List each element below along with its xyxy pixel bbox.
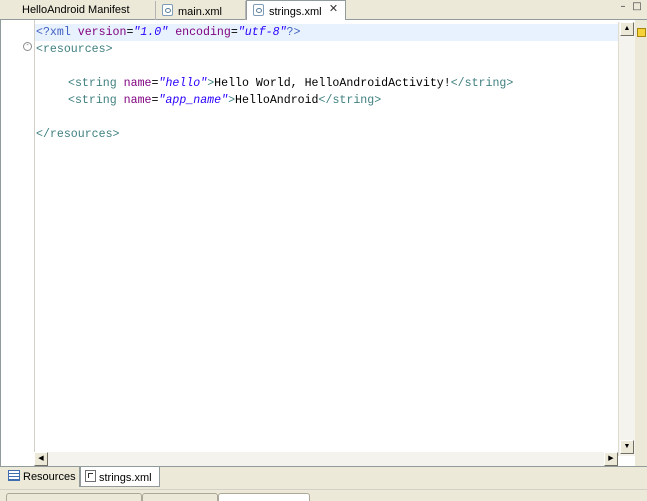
status-segment (142, 493, 218, 501)
string-value-hello: Hello World, HelloAndroidActivity! (214, 77, 451, 90)
attr-value-hello: "hello" (158, 77, 208, 90)
scroll-right-icon[interactable]: ▶ (604, 452, 618, 466)
string-close-tag: </string> (450, 77, 514, 90)
minimize-icon[interactable]: – (618, 2, 628, 12)
overview-ruler (635, 20, 647, 466)
xml-editor[interactable]: - <?xml version="1.0" encoding="utf-8"?>… (0, 20, 647, 466)
attr-name: name (123, 77, 152, 90)
status-bar (0, 489, 647, 501)
editor-page-tabs: Resources strings.xml (0, 466, 647, 489)
code-line-5: <string name="app_name">HelloAndroid</st… (67, 92, 381, 109)
tab-label: HelloAndroid Manifest (22, 4, 130, 16)
attr-encoding: encoding (175, 26, 231, 39)
attr-value-app-name: "app_name" (158, 94, 229, 107)
code-area[interactable]: <?xml version="1.0" encoding="utf-8"?> <… (35, 20, 618, 456)
string-value-app-name: HelloAndroid (235, 94, 319, 107)
line-gutter (17, 20, 35, 456)
tab-label: strings.xml (269, 6, 322, 18)
tab-label: main.xml (178, 6, 223, 18)
equals-sign: = (230, 26, 238, 39)
tag-close-bracket: > (228, 94, 236, 107)
horizontal-scrollbar[interactable]: ◀ ▶ (34, 452, 618, 466)
string-open-tag: <string (68, 94, 124, 107)
overview-marker-icon[interactable] (637, 28, 646, 37)
close-icon[interactable]: ✕ (328, 4, 339, 15)
attr-version: version (77, 26, 127, 39)
fold-collapse-icon[interactable]: - (23, 42, 32, 51)
xml-declaration-end: ?> (286, 26, 301, 39)
attr-value-version: "1.0" (133, 26, 169, 39)
xml-declaration-start: <?xml (36, 26, 78, 39)
resources-open-tag: <resources> (36, 43, 113, 56)
maximize-icon[interactable]: □ (632, 2, 642, 12)
tab-resources[interactable]: Resources (4, 467, 80, 487)
xml-file-icon (162, 4, 173, 16)
tab-main-xml[interactable]: main.xml (156, 1, 246, 20)
source-file-icon (85, 470, 96, 482)
editor-tab-bar: HelloAndroid Manifest main.xml strings.x… (0, 0, 647, 21)
tab-helloandroid-manifest[interactable]: HelloAndroid Manifest (0, 1, 156, 20)
code-line-2: <resources> (35, 41, 113, 58)
code-line-1: <?xml version="1.0" encoding="utf-8"?> (35, 24, 618, 41)
status-segment (218, 493, 310, 501)
code-line-7: </resources> (35, 126, 120, 143)
string-close-tag: </string> (318, 94, 382, 107)
code-line-4: <string name="hello">Hello World, HelloA… (67, 75, 513, 92)
xml-file-icon (253, 4, 264, 16)
vertical-scrollbar[interactable]: ▲ ▼ (618, 22, 635, 456)
tab-label: Resources (23, 471, 76, 483)
scroll-up-icon[interactable]: ▲ (620, 22, 634, 36)
resources-close-tag: </resources> (36, 128, 120, 141)
scroll-down-icon[interactable]: ▼ (620, 440, 634, 454)
string-open-tag: <string (68, 77, 124, 90)
attr-value-encoding: "utf-8" (237, 26, 287, 39)
tab-strings-xml-source[interactable]: strings.xml (80, 467, 160, 487)
tab-label: strings.xml (99, 472, 152, 484)
scroll-left-icon[interactable]: ◀ (34, 452, 48, 466)
tab-strings-xml[interactable]: strings.xml ✕ (246, 0, 346, 21)
attr-name: name (123, 94, 152, 107)
resources-list-icon (8, 470, 20, 481)
status-segment (6, 493, 142, 501)
